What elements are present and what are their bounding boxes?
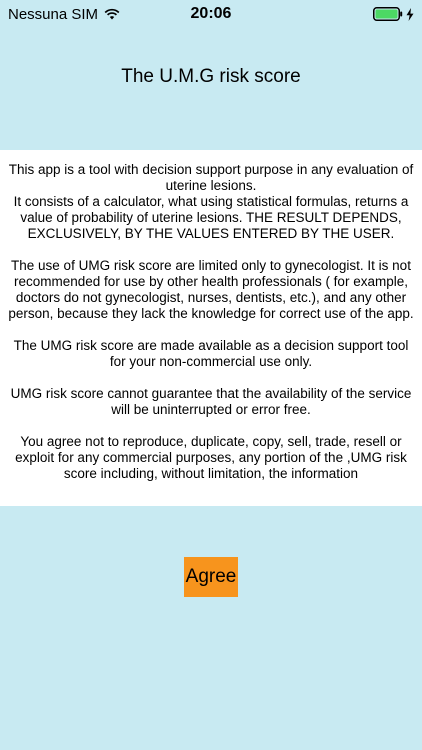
disclaimer-text: This app is a tool with decision support…	[8, 162, 414, 481]
battery-icon	[373, 7, 403, 21]
agree-button[interactable]: Agree	[184, 557, 238, 597]
status-bar: Nessuna SIM 20:06	[0, 0, 422, 28]
carrier-label: Nessuna SIM	[8, 5, 99, 23]
status-right	[373, 7, 414, 21]
wifi-icon	[104, 8, 120, 20]
charging-bolt-icon	[406, 7, 414, 21]
disclaimer-panel[interactable]: This app is a tool with decision support…	[0, 150, 422, 506]
page-title: The U.M.G risk score	[121, 66, 301, 87]
status-left: Nessuna SIM	[8, 6, 120, 23]
